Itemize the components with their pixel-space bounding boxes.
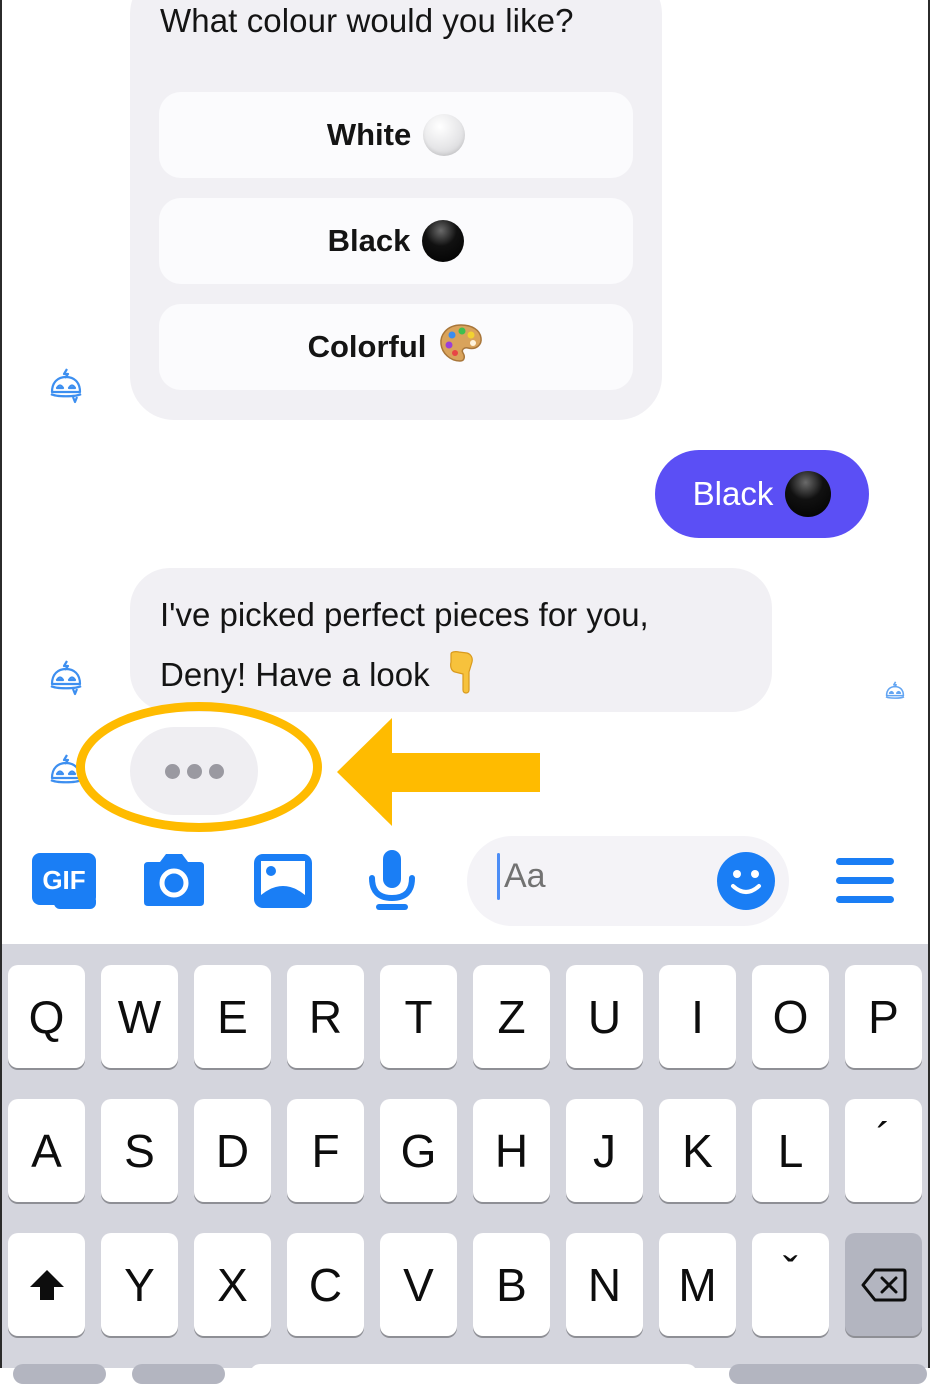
black-circle-emoji-icon [422, 220, 465, 262]
image-button[interactable] [253, 853, 313, 909]
key-n[interactable]: N [566, 1233, 643, 1336]
user-reply-bubble: Black [655, 450, 869, 538]
key-t[interactable]: T [380, 965, 457, 1068]
bot-avatar-icon [46, 366, 86, 406]
key-e[interactable]: E [194, 965, 271, 1068]
message-input-placeholder: Aa [504, 857, 546, 895]
gif-icon: GIF [32, 853, 96, 909]
shift-key[interactable] [8, 1233, 85, 1336]
pointing-down-emoji-icon [439, 651, 479, 694]
key-j[interactable]: J [566, 1099, 643, 1202]
camera-button[interactable] [142, 852, 206, 908]
camera-icon [144, 854, 204, 906]
space-key[interactable] [250, 1364, 697, 1384]
black-circle-emoji-icon [785, 471, 832, 517]
key-v[interactable]: V [380, 1233, 457, 1336]
key-o[interactable]: O [752, 965, 829, 1068]
read-receipt-avatar-icon [883, 680, 907, 704]
bot-message-line-1: I've picked perfect pieces for you, [160, 596, 649, 633]
option-label: Black [327, 223, 411, 258]
key-g[interactable]: G [380, 1099, 457, 1202]
backspace-icon [861, 1268, 906, 1301]
key-w[interactable]: W [101, 965, 178, 1068]
key-u[interactable]: U [566, 965, 643, 1068]
bottom-row-key[interactable] [131, 1364, 226, 1384]
key-d[interactable]: D [194, 1099, 271, 1202]
menu-icon [836, 858, 894, 903]
backspace-key[interactable] [845, 1233, 922, 1336]
bot-avatar-icon [46, 658, 86, 698]
image-icon [254, 854, 312, 908]
annotation-left-arrow-icon [337, 718, 540, 826]
key-l[interactable]: L [752, 1099, 829, 1202]
key-r[interactable]: R [287, 965, 364, 1068]
on-screen-keyboard: Q W E R T Z U I O P A S D F G H J K L ´ Y X C V B N M ˇ [2, 944, 928, 1384]
option-black-button[interactable]: Black [159, 198, 633, 284]
option-label: Colorful [307, 329, 427, 364]
bot-message-text: Deny! Have a look [160, 656, 430, 693]
key-m[interactable]: M [659, 1233, 736, 1336]
option-label: White [326, 117, 412, 152]
bottom-row-key[interactable] [729, 1364, 928, 1384]
gif-button[interactable]: GIF [32, 851, 98, 911]
key-k[interactable]: K [659, 1099, 736, 1202]
bottom-row-key[interactable] [12, 1364, 107, 1384]
key-q[interactable]: Q [8, 965, 85, 1068]
key-i[interactable]: I [659, 965, 736, 1068]
key-y[interactable]: Y [101, 1233, 178, 1336]
key-c[interactable]: C [287, 1233, 364, 1336]
key-x[interactable]: X [194, 1233, 271, 1336]
option-white-button[interactable]: White [159, 92, 633, 178]
shift-arrow-icon [29, 1269, 64, 1300]
key-h[interactable]: H [473, 1099, 550, 1202]
question-text: What colour would you like? [160, 2, 574, 39]
emoji-button[interactable] [716, 851, 776, 911]
annotation-ellipse [76, 702, 322, 832]
key-a[interactable]: A [8, 1099, 85, 1202]
emoji-smiley-icon [717, 852, 775, 910]
microphone-button[interactable] [368, 850, 416, 912]
reply-text: Black [692, 475, 774, 512]
acute-accent-key[interactable]: ´ [845, 1099, 922, 1202]
svg-text:GIF: GIF [42, 865, 85, 895]
microphone-icon [369, 850, 415, 910]
menu-button[interactable] [834, 856, 896, 904]
key-b[interactable]: B [473, 1233, 550, 1336]
white-circle-emoji-icon [423, 114, 466, 156]
key-z[interactable]: Z [473, 965, 550, 1068]
key-p[interactable]: P [845, 965, 922, 1068]
text-caret [497, 853, 500, 900]
option-colorful-button[interactable]: Colorful [159, 304, 633, 390]
key-f[interactable]: F [287, 1099, 364, 1202]
artist-palette-emoji-icon [438, 322, 484, 372]
caron-key[interactable]: ˇ [752, 1233, 829, 1336]
key-s[interactable]: S [101, 1099, 178, 1202]
bot-message-line-2: Deny! Have a look [160, 650, 479, 696]
